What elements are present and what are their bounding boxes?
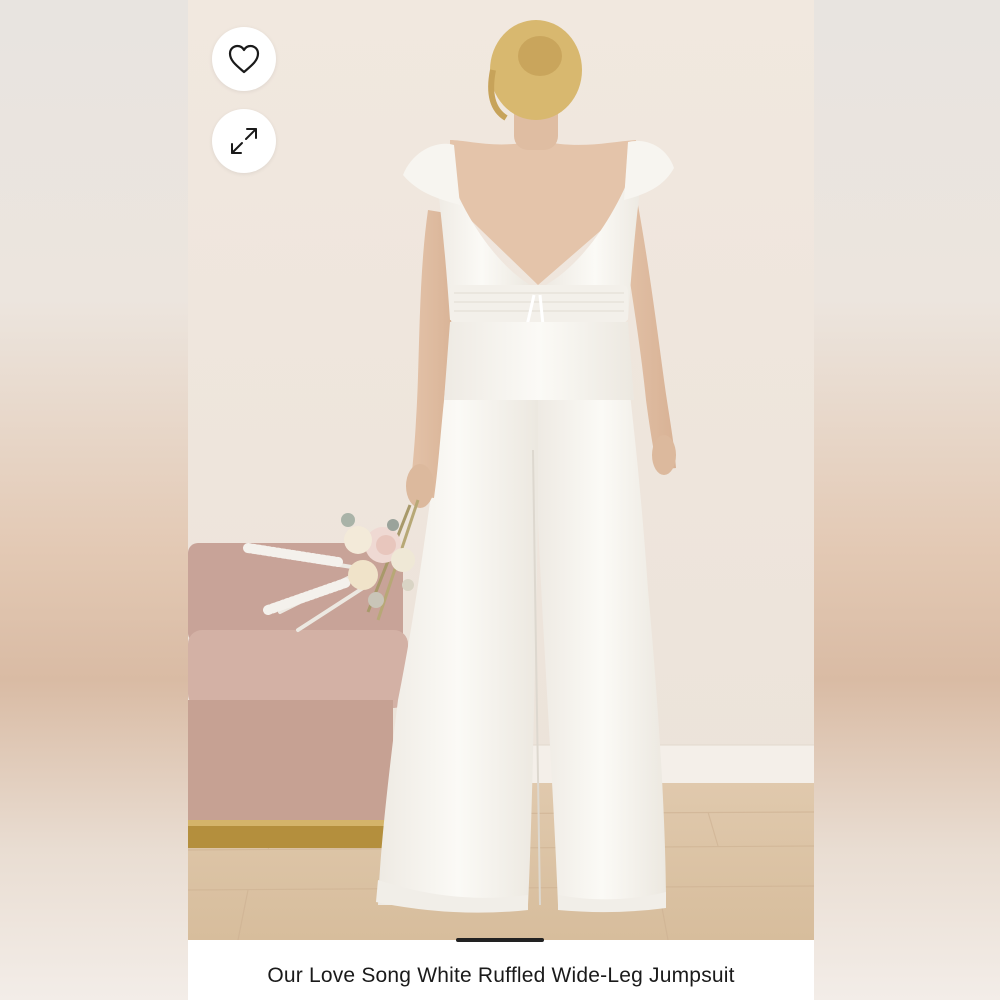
blurred-backdrop-left <box>0 0 188 1000</box>
product-photo[interactable] <box>188 0 814 940</box>
product-title[interactable]: Our Love Song White Ruffled Wide-Leg Jum… <box>188 964 814 988</box>
product-card: Our Love Song White Ruffled Wide-Leg Jum… <box>188 0 814 1000</box>
gallery-indicator <box>456 938 544 942</box>
like-button[interactable] <box>212 27 276 91</box>
expand-button[interactable] <box>212 109 276 173</box>
heart-icon <box>228 44 260 74</box>
expand-icon <box>231 128 257 154</box>
pink-chair <box>188 543 408 848</box>
blurred-backdrop-right <box>814 0 1000 1000</box>
